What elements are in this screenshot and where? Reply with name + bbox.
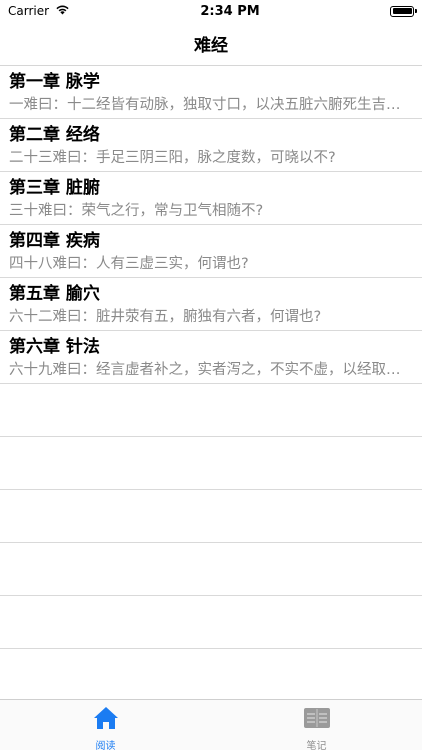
empty-row <box>0 649 422 702</box>
empty-row <box>0 384 422 437</box>
tab-notes[interactable]: 笔记 <box>211 700 422 752</box>
nav-bar: 难经 <box>0 22 422 66</box>
chapter-row-6[interactable]: 第六章 针法 六十九难曰：经言虚者补之，实者泻之，不实不虚，以经取之，何谓也？ <box>0 331 422 384</box>
empty-row <box>0 596 422 649</box>
chapter-title: 第一章 脉学 <box>9 72 100 92</box>
empty-row <box>0 543 422 596</box>
chapter-title: 第二章 经络 <box>9 125 100 145</box>
tab-bar: 阅读 笔记 <box>0 699 422 752</box>
chapter-title: 第六章 针法 <box>9 337 100 357</box>
chapter-list: 第一章 脉学 一难曰：十二经皆有动脉，独取寸口，以决五脏六腑死生吉凶之法，何谓也… <box>0 66 422 702</box>
wifi-icon <box>55 4 70 18</box>
page-title: 难经 <box>194 36 228 56</box>
status-bar: Carrier 2:34 PM <box>0 0 422 22</box>
status-time: 2:34 PM <box>200 3 260 19</box>
chapter-title: 第三章 脏腑 <box>9 178 100 198</box>
empty-row <box>0 490 422 543</box>
chapter-row-3[interactable]: 第三章 脏腑 三十难曰：荣气之行，常与卫气相随不? <box>0 172 422 225</box>
tab-read[interactable]: 阅读 <box>0 700 211 752</box>
notes-icon <box>303 706 331 734</box>
chapter-title: 第五章 腧穴 <box>9 284 100 304</box>
chapter-subtitle: 二十三难曰：手足三阴三阳，脉之度数，可晓以不? <box>9 150 336 166</box>
chapter-row-4[interactable]: 第四章 疾病 四十八难曰：人有三虚三实，何谓也? <box>0 225 422 278</box>
chapter-row-1[interactable]: 第一章 脉学 一难曰：十二经皆有动脉，独取寸口，以决五脏六腑死生吉凶之法，何谓也… <box>0 66 422 119</box>
chapter-row-2[interactable]: 第二章 经络 二十三难曰：手足三阴三阳，脉之度数，可晓以不? <box>0 119 422 172</box>
chapter-row-5[interactable]: 第五章 腧穴 六十二难曰：脏井荥有五，腑独有六者，何谓也? <box>0 278 422 331</box>
carrier-label: Carrier <box>8 4 50 18</box>
chapter-subtitle: 三十难曰：荣气之行，常与卫气相随不? <box>9 203 264 219</box>
empty-row <box>0 437 422 490</box>
status-left: Carrier <box>8 4 70 18</box>
chapter-subtitle: 六十九难曰：经言虚者补之，实者泻之，不实不虚，以经取之，何谓也？ <box>9 362 412 378</box>
chapter-title: 第四章 疾病 <box>9 231 100 251</box>
home-icon <box>93 706 119 734</box>
chapter-subtitle: 六十二难曰：脏井荥有五，腑独有六者，何谓也? <box>9 309 322 325</box>
chapter-subtitle: 一难曰：十二经皆有动脉，独取寸口，以决五脏六腑死生吉凶之法，何谓也？ <box>9 97 412 113</box>
chapter-subtitle: 四十八难曰：人有三虚三实，何谓也? <box>9 256 249 272</box>
battery-icon <box>390 5 417 17</box>
